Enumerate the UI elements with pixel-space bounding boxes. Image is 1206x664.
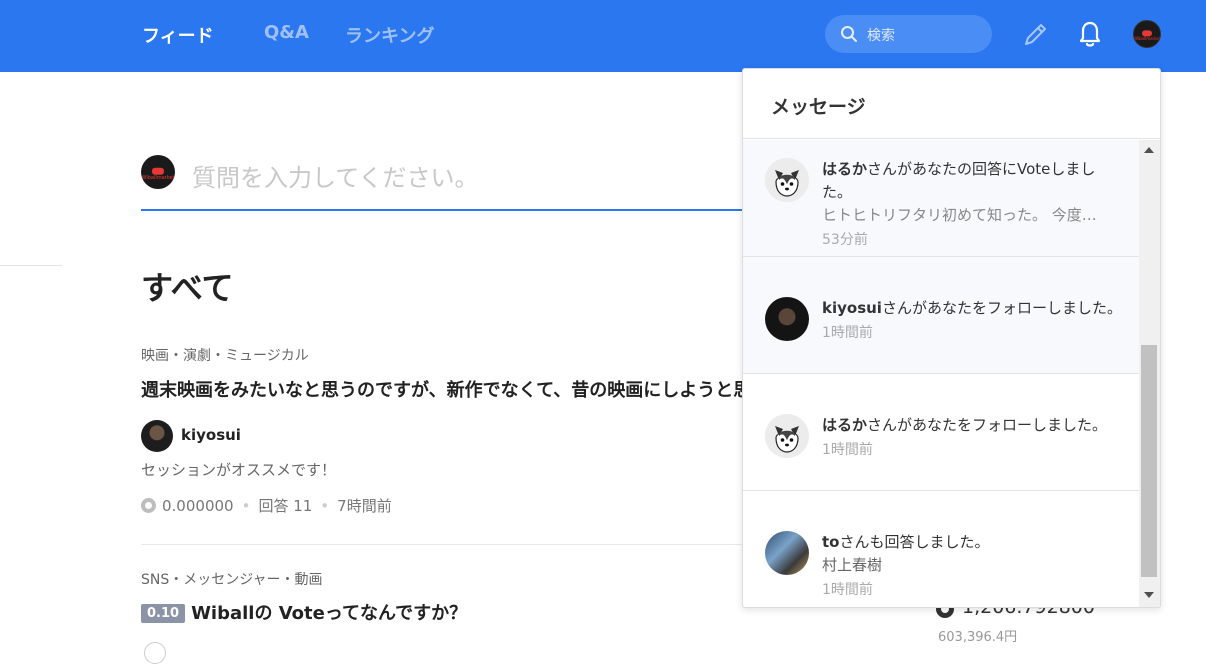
message-time: 1時間前 (822, 442, 873, 458)
message-time: 53分前 (822, 232, 868, 248)
post-meta: 0.000000 • 回答 11 • 7時間前 (141, 495, 392, 516)
author-avatar[interactable] (141, 420, 173, 452)
search-icon (841, 26, 857, 42)
message-item[interactable]: はるかさんがあなたの回答にVoteしました。 ヒトヒトリフタリ初めて知った。 今… (743, 140, 1139, 257)
user-avatar[interactable]: Wiballmarket (1133, 20, 1161, 48)
husky-icon (765, 414, 809, 458)
vote-badge: 0.10 (141, 604, 186, 623)
message-user: kiyosui (822, 299, 882, 317)
scroll-up-arrow-icon[interactable] (1144, 147, 1154, 153)
divider (141, 544, 743, 545)
messages-header: メッセージ (743, 69, 1160, 139)
message-content: はるかさんがあなたの回答にVoteしました。 ヒトヒトリフタリ初めて知った。 今… (822, 158, 1122, 252)
husky-icon (765, 158, 809, 202)
answer-count: 回答 11 (258, 497, 313, 515)
message-content: kiyosuiさんがあなたをフォローしました。 1時間前 (822, 297, 1122, 345)
message-content: はるかさんがあなたをフォローしました。 1時間前 (822, 414, 1122, 462)
message-user: はるか (822, 416, 868, 434)
person-avatar (765, 297, 809, 341)
message-excerpt: 村上春樹 (822, 556, 883, 574)
message-user: to (822, 533, 840, 551)
scroll-down-arrow-icon[interactable] (1144, 592, 1154, 598)
reward-yen: 603,396.4円 (938, 630, 1018, 645)
divider (0, 265, 62, 266)
answer-excerpt[interactable]: セッションがオススメです！ (141, 459, 336, 480)
post-category[interactable]: 映画・演劇・ミュージカル (141, 345, 309, 365)
search-placeholder: 検索 (867, 28, 895, 44)
message-user: はるか (822, 160, 868, 178)
brand-logo-text: Wiballmarket (141, 174, 175, 181)
message-time: 1時間前 (822, 582, 873, 598)
photo-avatar (765, 531, 809, 575)
message-item[interactable]: はるかさんがあなたをフォローしました。 1時間前 (743, 374, 1139, 491)
author-name[interactable]: kiyosui (181, 426, 241, 444)
question-input[interactable]: 質問を入力してください。 (192, 158, 479, 193)
top-nav-bar: フィード Q&A ランキング 検索 Wiballmarket (0, 0, 1206, 72)
question-input-underline (141, 209, 743, 211)
husky-avatar (765, 158, 809, 202)
messages-title: メッセージ (771, 96, 866, 118)
tab-qa[interactable]: Q&A (264, 22, 309, 43)
message-excerpt: ヒトヒトリフタリ初めて知った。 今度行ってみようかな (822, 206, 1107, 224)
message-item[interactable]: kiyosuiさんがあなたをフォローしました。 1時間前 (743, 257, 1139, 374)
author-avatar[interactable] (144, 642, 166, 664)
coin-icon (141, 498, 156, 513)
post-category[interactable]: SNS・メッセンジャー・動画 (141, 569, 323, 589)
husky-avatar (765, 414, 809, 458)
message-text: さんがあなたをフォローしました。 (881, 299, 1122, 317)
message-content: toさんも回答しました。 村上春樹 1時間前 (822, 531, 1122, 602)
post-title[interactable]: 週末映画をみたいなと思うのですが、新作でなくて、昔の映画にしようと思っています。 (141, 376, 743, 402)
message-text: さんも回答しました。 (839, 533, 990, 551)
message-item[interactable]: toさんも回答しました。 村上春樹 1時間前 (743, 491, 1139, 607)
message-time: 1時間前 (822, 325, 873, 341)
brand-logo-text: Wiballmarket (1134, 36, 1161, 42)
tab-feed[interactable]: フィード (142, 22, 214, 48)
scrollbar-thumb[interactable] (1141, 345, 1157, 577)
post-time: 7時間前 (337, 497, 392, 515)
pen-icon[interactable] (1022, 20, 1048, 48)
message-text: さんがあなたをフォローしました。 (867, 416, 1108, 434)
coin-value: 0.000000 (162, 497, 234, 515)
post-title-row[interactable]: 0.10 Wiballの Voteってなんですか？ (141, 599, 743, 625)
post-title[interactable]: Wiballの Voteってなんですか？ (191, 603, 467, 624)
section-title: すべて (141, 269, 234, 307)
search-input[interactable]: 検索 (825, 15, 992, 53)
messages-dropdown: メッセージ はるかさんがあなたの回答にVoteしました。 ヒトヒトリフタリ初めて… (742, 68, 1161, 608)
composer-avatar: Wiballmarket (141, 155, 175, 189)
bell-icon[interactable] (1076, 19, 1104, 49)
tab-ranking[interactable]: ランキング (345, 22, 434, 48)
